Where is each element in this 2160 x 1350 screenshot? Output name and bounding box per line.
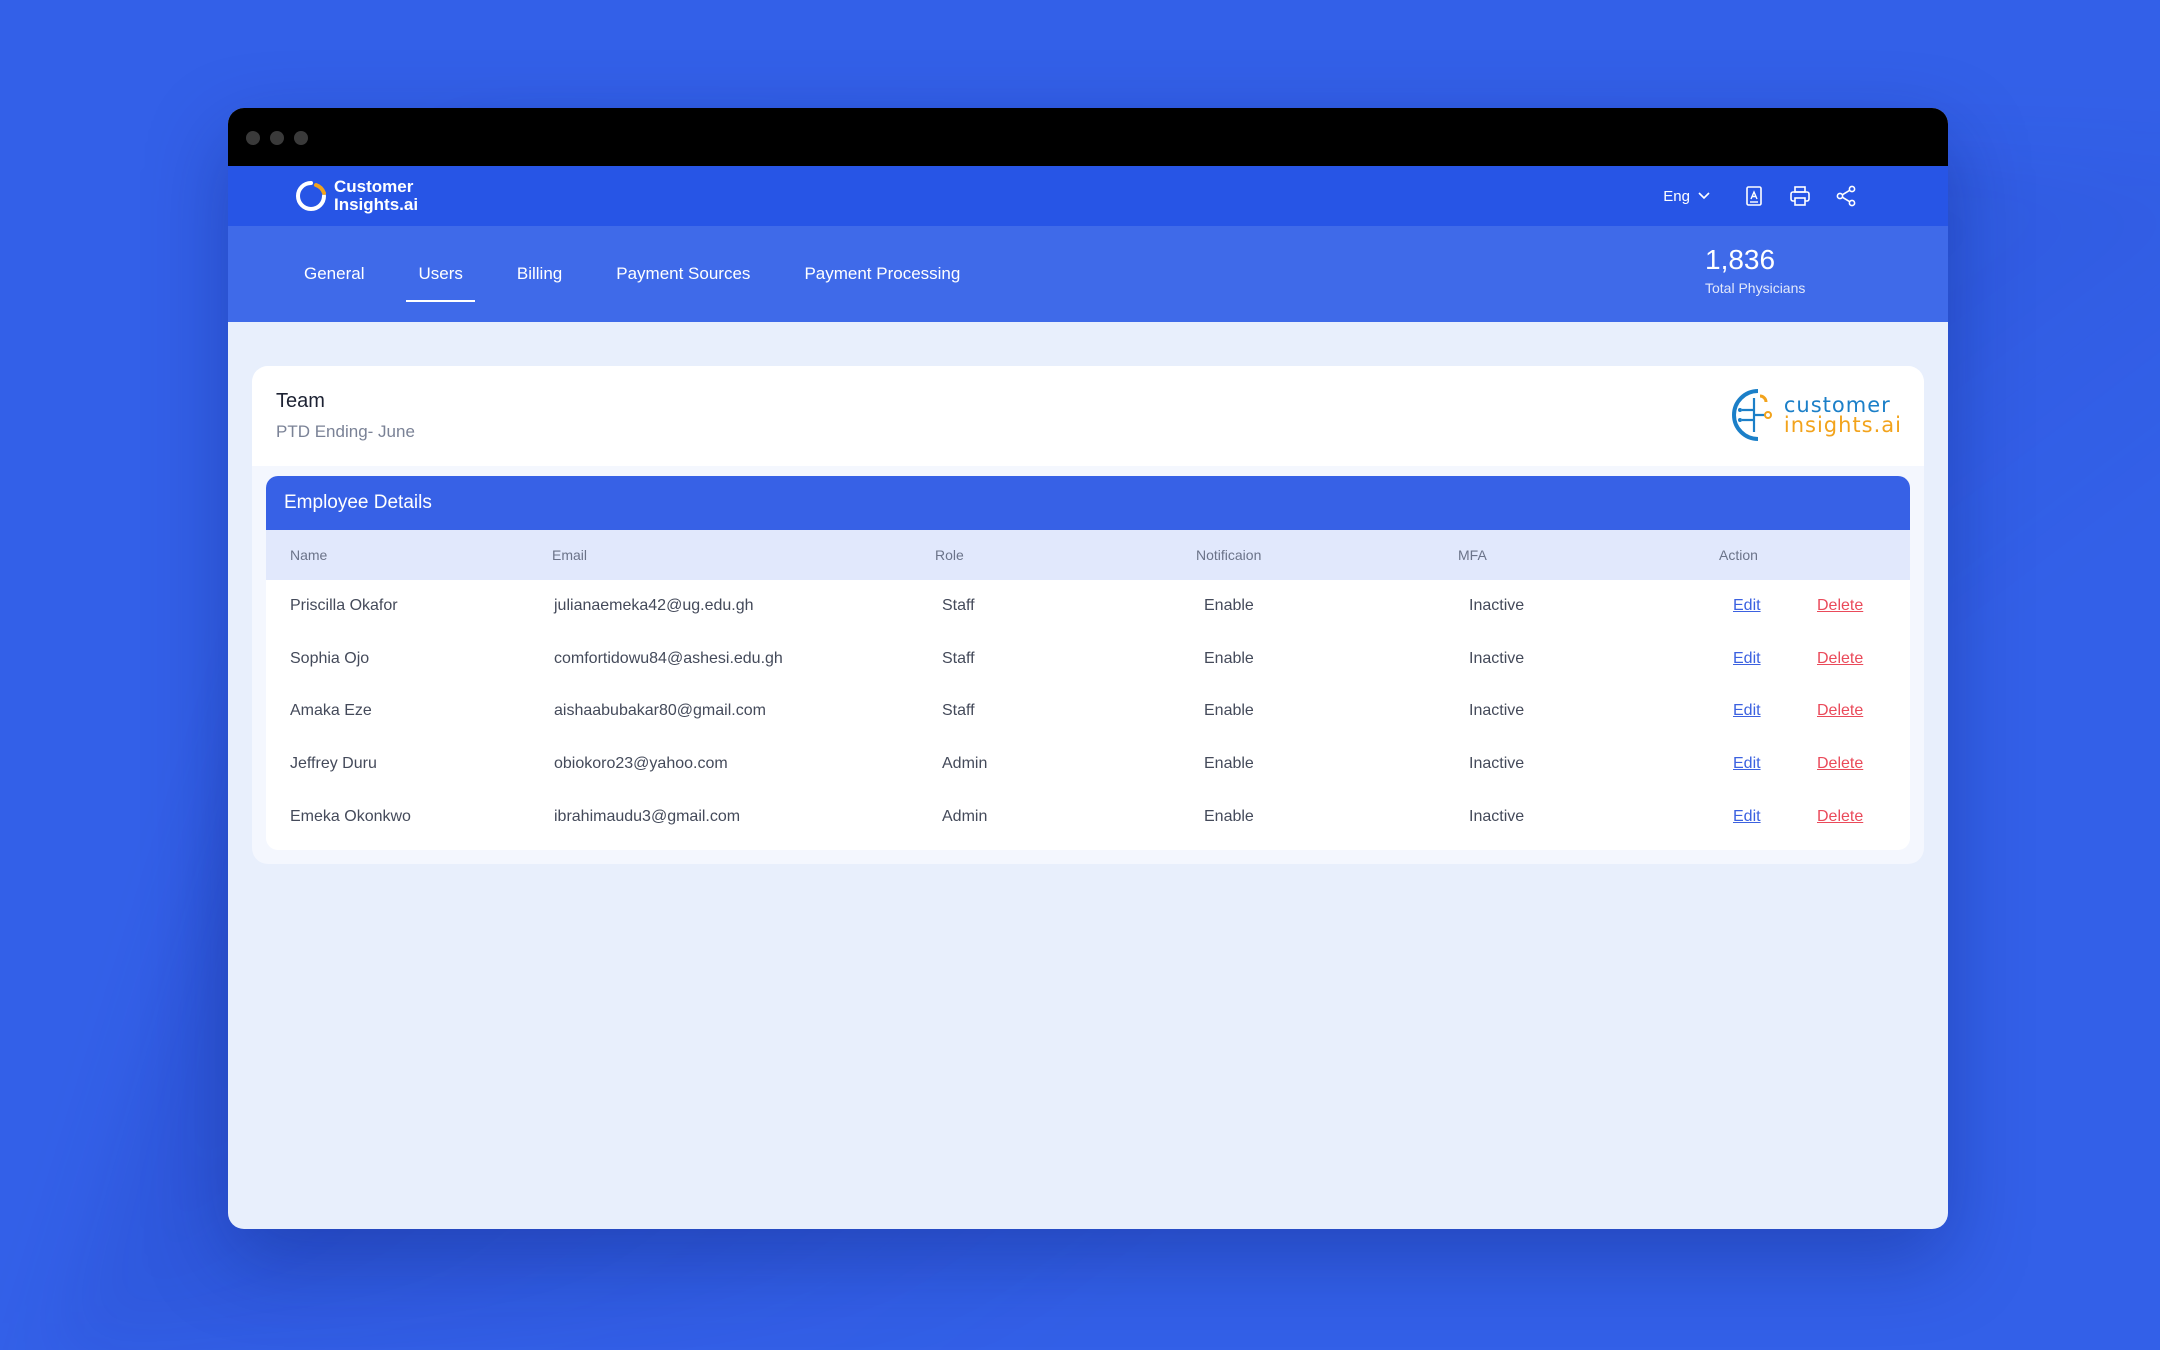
table-row: Sophia Ojo comfortidowu84@ashesi.edu.gh …: [266, 633, 1910, 686]
edit-link[interactable]: Edit: [1733, 790, 1761, 843]
cell-notification: Enable: [1204, 807, 1254, 825]
cell-mfa: Inactive: [1469, 807, 1525, 825]
brand-line-2: insights.ai: [1783, 413, 1902, 437]
logo-line-2: Insights.ai: [334, 195, 419, 214]
cell-role: Staff: [942, 702, 975, 720]
cell-name: Sophia Ojo: [290, 649, 370, 667]
logo-text: Customer Insights.ai: [334, 178, 418, 214]
cell-email: comfortidowu84@ashesi.edu.gh: [554, 649, 783, 667]
tab-billing[interactable]: Billing: [517, 226, 562, 322]
column-header-mfa[interactable]: MFA: [1458, 530, 1487, 580]
card-subtitle: PTD Ending- June: [276, 422, 415, 441]
cell-email: aishaabubakar80@gmail.com: [554, 702, 766, 720]
share-icon[interactable]: [1834, 184, 1858, 208]
brand-line-1: customer: [1783, 393, 1891, 417]
print-icon[interactable]: [1788, 184, 1812, 208]
column-header-role[interactable]: Role: [935, 530, 964, 580]
logo-line-1: Customer: [334, 177, 414, 196]
column-header-name[interactable]: Name: [290, 530, 327, 580]
table-title: Employee Details: [266, 476, 1910, 530]
settings-tabs: General Users Billing Payment Sources Pa…: [304, 226, 1014, 322]
table-row: Priscilla Okafor julianaemeka42@ug.edu.g…: [266, 580, 1910, 633]
tab-payment-processing[interactable]: Payment Processing: [804, 226, 960, 322]
column-header-email[interactable]: Email: [552, 530, 587, 580]
cell-name: Priscilla Okafor: [290, 597, 398, 615]
top-actions: Eng: [1663, 184, 1858, 208]
cell-name: Jeffrey Duru: [290, 755, 377, 773]
edit-link[interactable]: Edit: [1733, 738, 1761, 791]
delete-link[interactable]: Delete: [1817, 685, 1863, 738]
language-label: Eng: [1663, 187, 1690, 205]
cell-notification: Enable: [1204, 649, 1254, 667]
edit-link[interactable]: Edit: [1733, 633, 1761, 686]
cell-mfa: Inactive: [1469, 755, 1525, 773]
team-card: Team PTD Ending- June customer insights.…: [252, 366, 1924, 864]
delete-link[interactable]: Delete: [1817, 633, 1863, 686]
card-title: Team: [276, 390, 325, 412]
tabs-bar: General Users Billing Payment Sources Pa…: [228, 226, 1948, 322]
cell-email: ibrahimaudu3@gmail.com: [554, 807, 741, 825]
cell-notification: Enable: [1204, 755, 1254, 773]
cell-email: obiokoro23@yahoo.com: [554, 755, 728, 773]
app-logo[interactable]: Customer Insights.ai: [294, 178, 418, 214]
cell-role: Staff: [942, 597, 975, 615]
cell-role: Admin: [942, 755, 988, 773]
brand-text: customer insights.ai: [1783, 393, 1902, 437]
cell-mfa: Inactive: [1469, 649, 1525, 667]
stat-label: Total Physicians: [1705, 280, 1806, 296]
table-row: Amaka Eze aishaabubakar80@gmail.com Staf…: [266, 685, 1910, 738]
window-titlebar: [228, 108, 1948, 166]
table-row: Emeka Okonkwo ibrahimaudu3@gmail.com Adm…: [266, 790, 1910, 843]
column-header-notification[interactable]: Notificaion: [1196, 530, 1261, 580]
total-physicians-stat: 1,836 Total Physicians: [1705, 244, 1805, 296]
window-maximize-dot[interactable]: [294, 131, 308, 145]
tab-payment-sources[interactable]: Payment Sources: [616, 226, 750, 322]
cell-notification: Enable: [1204, 597, 1254, 615]
cell-notification: Enable: [1204, 702, 1254, 720]
top-navbar: Customer Insights.ai Eng: [228, 166, 1948, 226]
table-header-row: Name Email Role Notificaion MFA Action: [266, 530, 1910, 580]
cell-mfa: Inactive: [1469, 702, 1525, 720]
cell-name: Emeka Okonkwo: [290, 807, 411, 825]
app-window: Customer Insights.ai Eng General Users B…: [228, 108, 1948, 1229]
table-row: Jeffrey Duru obiokoro23@yahoo.com Admin …: [266, 738, 1910, 791]
delete-link[interactable]: Delete: [1817, 790, 1863, 843]
tab-users[interactable]: Users: [406, 226, 476, 322]
window-minimize-dot[interactable]: [270, 131, 284, 145]
brand-logo: customer insights.ai: [1728, 386, 1902, 444]
delete-link[interactable]: Delete: [1817, 738, 1863, 791]
delete-link[interactable]: Delete: [1817, 580, 1863, 633]
brand-mark-icon: [1731, 389, 1772, 441]
card-header: Team PTD Ending- June customer insights.…: [252, 366, 1924, 466]
cell-role: Admin: [942, 807, 988, 825]
contact-icon[interactable]: [1742, 184, 1766, 208]
cell-role: Staff: [942, 649, 975, 667]
cell-name: Amaka Eze: [290, 702, 372, 720]
cell-mfa: Inactive: [1469, 597, 1525, 615]
window-close-dot[interactable]: [246, 131, 260, 145]
edit-link[interactable]: Edit: [1733, 580, 1761, 633]
employee-table: Employee Details Name Email Role Notific…: [266, 476, 1910, 850]
cell-email: julianaemeka42@ug.edu.gh: [554, 597, 754, 615]
chevron-down-icon: [1698, 192, 1710, 200]
stat-value: 1,836: [1705, 244, 1776, 275]
edit-link[interactable]: Edit: [1733, 685, 1761, 738]
tab-general[interactable]: General: [304, 226, 364, 322]
logo-ring-icon: [296, 181, 326, 211]
column-header-action: Action: [1719, 547, 1758, 563]
language-selector[interactable]: Eng: [1663, 188, 1710, 205]
